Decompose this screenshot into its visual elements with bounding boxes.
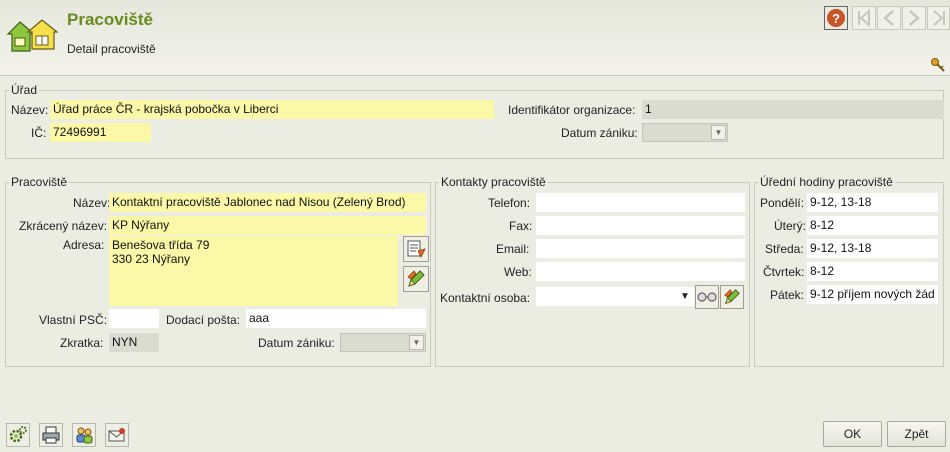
page-subtitle: Detail pracoviště — [67, 42, 156, 56]
glasses-icon — [697, 292, 717, 302]
page-title: Pracoviště — [67, 10, 153, 29]
adresa-field[interactable]: Benešova třída 79 330 23 Nýřany — [109, 236, 398, 306]
telefon-field[interactable] — [536, 193, 745, 212]
mail-icon — [108, 428, 125, 442]
patek-label: Pátek: — [770, 288, 805, 302]
adresa-label: Adresa: — [63, 238, 105, 252]
next-icon — [909, 10, 920, 26]
pondeli-field[interactable]: 9-12, 13-18 — [807, 193, 938, 212]
urad-nazev-label: Název: — [11, 103, 49, 117]
urad-legend: Úřad — [11, 83, 38, 97]
chevron-down-icon: ▼ — [711, 125, 726, 140]
identifikator-field: 1 — [642, 100, 944, 119]
last-icon — [932, 10, 945, 26]
first-icon — [858, 9, 870, 27]
urad-datum-zaniku-label: Datum zániku: — [561, 126, 638, 140]
urad-section: Úřad — [5, 83, 944, 159]
prev-icon — [883, 10, 894, 26]
patek-field[interactable]: 9-12 příjem nových žád — [807, 285, 938, 304]
ctvrtek-label: Čtvrtek: — [763, 265, 805, 279]
kontakty-legend: Kontakty pracoviště — [441, 175, 546, 189]
address-edit-icon — [407, 240, 426, 258]
chevron-down-icon[interactable]: ▼ — [680, 291, 690, 302]
help-button[interactable]: ? — [824, 6, 848, 30]
urad-datum-zaniku-select[interactable]: ▼ — [642, 123, 728, 142]
zkraceny-nazev-label: Zkrácený název: — [19, 219, 108, 233]
pracoviste-nazev-label: Název: — [73, 196, 111, 210]
dodaci-posta-label: Dodací pošta: — [166, 313, 241, 327]
utery-label: Úterý: — [774, 219, 807, 233]
vlastni-psc-field[interactable] — [109, 309, 159, 328]
edit-person-button[interactable] — [720, 285, 744, 309]
pracoviste-datum-zaniku-label: Datum zániku: — [258, 336, 335, 350]
help-icon: ? — [827, 9, 845, 27]
users-icon — [76, 427, 93, 444]
urad-nazev-field[interactable]: Úřad práce ČR - krajská pobočka v Liberc… — [50, 100, 494, 119]
ctvrtek-field[interactable]: 8-12 — [807, 262, 938, 281]
ok-button[interactable]: OK — [823, 421, 882, 447]
back-button[interactable]: Zpět — [887, 421, 946, 447]
chevron-down-icon: ▼ — [409, 335, 424, 350]
pondeli-label: Pondělí: — [760, 196, 805, 210]
identifikator-label: Identifikátor organizace: — [508, 103, 636, 117]
fax-field[interactable] — [536, 216, 745, 235]
utery-field[interactable]: 8-12 — [807, 216, 938, 235]
zkratka-field: NYN — [109, 333, 159, 352]
pencil-icon — [724, 289, 740, 305]
settings-button[interactable] — [6, 423, 30, 447]
vlastni-psc-label: Vlastní PSČ: — [39, 313, 108, 327]
print-icon — [42, 426, 60, 444]
pencil-icon — [407, 270, 425, 287]
settings-icon — [9, 426, 27, 443]
previous-record-button[interactable] — [877, 6, 901, 30]
mail-button[interactable] — [105, 423, 129, 447]
view-person-button[interactable] — [695, 285, 719, 309]
print-button[interactable] — [39, 423, 63, 447]
pracoviste-nazev-field[interactable]: Kontaktní pracoviště Jablonec nad Nisou … — [109, 193, 426, 212]
house-icon — [6, 18, 59, 54]
header-divider — [0, 75, 950, 76]
last-record-button[interactable] — [927, 6, 950, 30]
streda-field[interactable]: 9-12, 13-18 — [807, 239, 938, 258]
streda-label: Středa: — [765, 242, 804, 256]
kontaktni-osoba-label: Kontaktní osoba: — [440, 291, 531, 305]
pick-address-button[interactable] — [403, 266, 429, 292]
users-button[interactable] — [72, 423, 96, 447]
zkratka-label: Zkratka: — [60, 336, 104, 350]
urad-ic-field[interactable]: 72496991 — [50, 123, 151, 142]
zkraceny-nazev-field[interactable]: KP Nýřany — [109, 216, 426, 235]
web-field[interactable] — [536, 262, 745, 281]
email-field[interactable] — [536, 239, 745, 258]
next-record-button[interactable] — [902, 6, 926, 30]
kontaktni-osoba-select[interactable] — [536, 287, 694, 306]
dodaci-posta-field[interactable]: aaa — [246, 309, 426, 328]
hodiny-legend: Úřední hodiny pracoviště — [760, 175, 893, 189]
pracoviste-legend: Pracoviště — [11, 175, 68, 189]
pracoviste-datum-zaniku-select[interactable]: ▼ — [340, 333, 426, 352]
web-label: Web: — [504, 265, 532, 279]
first-record-button[interactable] — [852, 6, 876, 30]
urad-ic-label: IČ: — [31, 126, 47, 140]
fax-label: Fax: — [509, 219, 533, 233]
email-label: Email: — [496, 242, 530, 256]
edit-address-button[interactable] — [403, 236, 429, 262]
key-icon[interactable] — [930, 57, 946, 73]
telefon-label: Telefon: — [488, 196, 531, 210]
